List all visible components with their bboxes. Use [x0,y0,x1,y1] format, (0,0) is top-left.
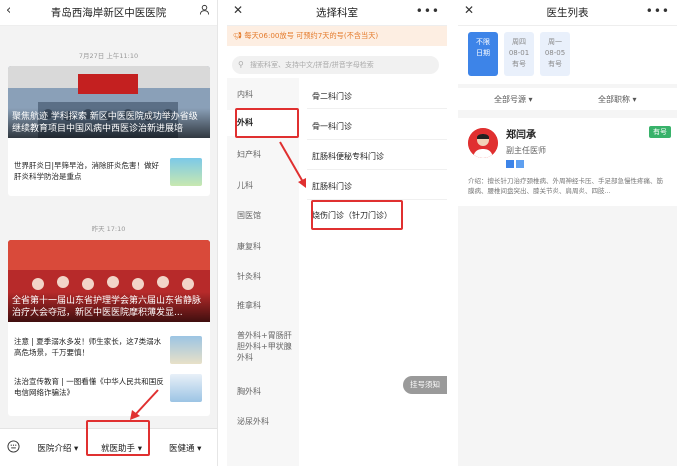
search-input[interactable]: ⚲ 搜索科室、支持中文/拼音/拼音字母检索 [232,56,439,74]
department-item[interactable]: 康复科 [237,241,297,252]
page-title: 青岛西海岸新区中医医院 [50,7,167,19]
page-title: 医生列表 [546,7,589,19]
filter-bar: 全部号源 ▾ 全部职称 ▾ [458,88,677,110]
doctor-intro: 介绍：擅长针刀治疗颈椎病、外周神经卡压、手足部急慢性疼痛、筋膜病、腰椎间盘突出、… [468,177,663,195]
doctor-card[interactable]: 郑闫承 副主任医师 有号 介绍：擅长针刀治疗颈椎病、外周神经卡压、手足部急慢性疼… [458,118,677,206]
close-icon[interactable]: ✕ [464,3,474,17]
doctor-tags [506,160,524,168]
availability-badge: 有号 [649,126,671,138]
doctor-title: 副主任医师 [506,146,546,155]
keyboard-icon[interactable] [0,439,26,456]
more-icon[interactable]: ••• [646,4,670,18]
search-icon: ⚲ [238,60,244,69]
department-item[interactable]: 针灸科 [237,271,297,282]
close-icon[interactable]: ✕ [233,3,243,17]
top-bar: ✕ 选择科室 ••• [227,0,447,26]
timestamp: 昨天 17:10 [91,225,126,233]
filter-source[interactable]: 全部号源 ▾ [494,94,533,105]
news-thumbnail [170,158,202,186]
department-item[interactable]: 胸外科 [237,386,297,397]
notice-text: 每天06:00放号 可预约7天的号(不含当天) [244,31,379,40]
tab-hospital-intro[interactable]: 医院介绍 ▾ [26,442,90,454]
date-option[interactable]: 周一 08-05 有号 [540,32,570,76]
date-selector: 不限 日期 周四 08-01 有号 周一 08-05 有号 [458,26,677,84]
news-title[interactable]: 注意 | 夏季溺水多发！师生家长，这7类溺水高危场景，千万要慎！ [14,336,164,358]
divider [307,139,447,140]
chevron-left-icon[interactable]: ‹ [6,3,11,18]
news-thumbnail [170,336,202,364]
page-title: 选择科室 [316,7,358,19]
select-department-panel: ✕ 选择科室 ••• 📢︎ 每天06:00放号 可预约7天的号(不含当天) ⚲ … [227,0,447,466]
divider [307,108,447,109]
arrow-annotation [279,141,306,188]
tag-icon [506,160,514,168]
top-bar: ‹ 青岛西海岸新区中医医院 [0,0,217,26]
avatar [468,128,498,158]
department-item[interactable]: 国医馆 [237,210,297,221]
tab-label: 医院介绍 [37,443,72,454]
tab-label: 医健通 [168,443,195,454]
doctor-name: 郑闫承 [506,130,536,141]
department-item[interactable]: 内科 [237,89,297,100]
subdepartment-item[interactable]: 肛肠科门诊 [312,181,352,192]
megaphone-icon: 📢︎ [233,31,243,40]
highlight-box [311,200,403,230]
registration-notice-button[interactable]: 挂号须知 [403,376,447,394]
highlight-box [86,420,150,456]
highlight-box [235,108,299,138]
person-icon[interactable] [199,4,210,18]
notice-bar: 📢︎ 每天06:00放号 可预约7天的号(不含当天) [227,26,447,46]
department-item[interactable]: 推拿科 [237,300,297,311]
hero-caption: 聚焦航迹 学科探索 新区中医医院成功举办省级继续教育项目中国风病中西医诊治新进展… [8,108,210,138]
news-card[interactable]: 聚焦航迹 学科探索 新区中医医院成功举办省级继续教育项目中国风病中西医诊治新进展… [8,66,210,196]
filter-title[interactable]: 全部职称 ▾ [598,94,637,105]
department-item[interactable]: 普外科+胃肠肝胆外科+甲状腺外科 [237,330,299,363]
date-option-any[interactable]: 不限 日期 [468,32,498,76]
news-hero-image[interactable]: 全省第十一届山东省护理学会第六届山东省静脉治疗大会夺冠，新区中医医院摩积薄发显.… [8,240,210,322]
date-option[interactable]: 周四 08-01 有号 [504,32,534,76]
more-icon[interactable]: ••• [416,4,440,18]
screenshot-composite: ‹ 青岛西海岸新区中医医院 7月27日 上午11:10 聚焦航迹 学科探索 新区… [0,0,677,466]
divider [307,169,447,170]
top-bar: ✕ 医生列表 ••• [458,0,677,26]
tab-health-link[interactable]: 医健通 ▾ [153,442,217,454]
doctor-list-panel: ✕ 医生列表 ••• 不限 日期 周四 08-01 有号 周一 08-05 有号 全部号源… [458,0,677,466]
search-placeholder: 搜索科室、支持中文/拼音/拼音字母检索 [250,61,374,69]
subdepartment-item[interactable]: 骨二科门诊 [312,91,352,102]
news-hero-image[interactable]: 聚焦航迹 学科探索 新区中医医院成功举办省级继续教育项目中国风病中西医诊治新进展… [8,66,210,138]
tag-icon [516,160,524,168]
department-item[interactable]: 泌尿外科 [237,416,297,427]
timestamp: 7月27日 上午11:10 [78,52,139,60]
news-card[interactable]: 全省第十一届山东省护理学会第六届山东省静脉治疗大会夺冠，新区中医医院摩积薄发显.… [8,240,210,416]
hero-caption: 全省第十一届山东省护理学会第六届山东省静脉治疗大会夺冠，新区中医医院摩积薄发显.… [8,292,210,322]
news-thumbnail [170,374,202,402]
subdepartment-item[interactable]: 肛肠科便秘专科门诊 [312,151,384,162]
subdepartment-item[interactable]: 骨一科门诊 [312,121,352,132]
hospital-home-panel: ‹ 青岛西海岸新区中医医院 7月27日 上午11:10 聚焦航迹 学科探索 新区… [0,0,218,466]
news-title[interactable]: 世界肝炎日|早筛早治，消除肝炎危害！做好肝炎科学防治是重点 [14,160,164,182]
arrow-annotation [130,389,159,420]
